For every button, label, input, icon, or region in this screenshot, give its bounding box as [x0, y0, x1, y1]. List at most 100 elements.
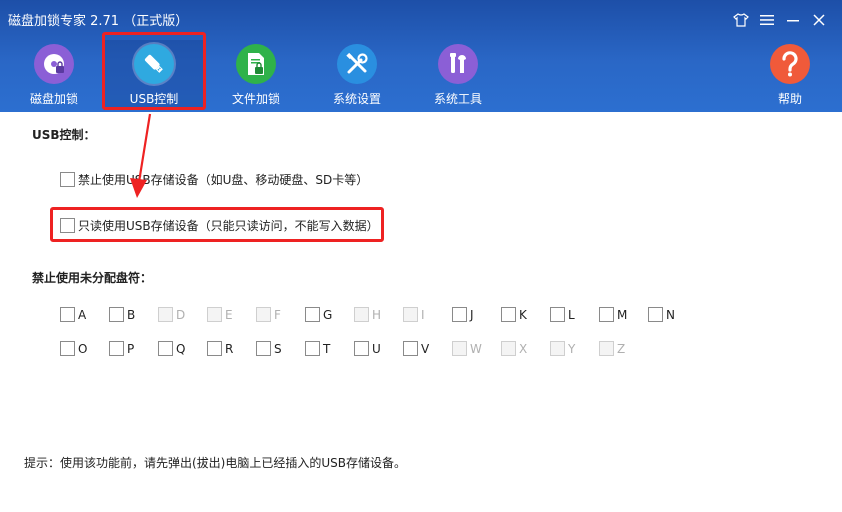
- drive-letter-label: Y: [568, 341, 576, 356]
- nav-system-settings[interactable]: 系统设置: [307, 40, 407, 110]
- drive-f-option: F: [256, 307, 281, 322]
- drive-checkbox[interactable]: [305, 307, 320, 322]
- drive-letter-label: Z: [617, 341, 626, 356]
- drive-u-option[interactable]: U: [354, 341, 381, 356]
- drive-r-option[interactable]: R: [207, 341, 233, 356]
- drive-letter-label: K: [519, 307, 527, 322]
- drive-h-option: H: [354, 307, 381, 322]
- drive-checkbox: [403, 307, 418, 322]
- usb-drive-icon: [134, 44, 174, 84]
- nav-usb-control[interactable]: USB控制: [104, 40, 204, 110]
- drive-j-option[interactable]: J: [452, 307, 474, 322]
- minimize-icon[interactable]: [780, 9, 806, 31]
- drive-g-option[interactable]: G: [305, 307, 332, 322]
- skin-icon[interactable]: [728, 9, 754, 31]
- drive-checkbox[interactable]: [305, 341, 320, 356]
- drives-section-title: 禁止使用未分配盘符：: [32, 271, 153, 285]
- drive-letter-label: O: [78, 341, 88, 356]
- nav-system-tools[interactable]: 系统工具: [408, 40, 508, 110]
- drive-checkbox[interactable]: [158, 341, 173, 356]
- drive-n-option[interactable]: N: [648, 307, 675, 322]
- tools-icon: [337, 44, 377, 84]
- option-label: 禁止使用USB存储设备（如U盘、移动硬盘、SD卡等）: [78, 173, 369, 187]
- drive-checkbox[interactable]: [109, 341, 124, 356]
- drive-letter-label: S: [274, 341, 282, 356]
- drive-checkbox[interactable]: [109, 307, 124, 322]
- main-nav: 磁盘加锁 USB控制 文件加锁 系统设置 系统工具 帮助: [0, 40, 842, 110]
- drive-letter-label: U: [372, 341, 381, 356]
- drive-t-option[interactable]: T: [305, 341, 330, 356]
- drive-checkbox[interactable]: [501, 307, 516, 322]
- title-bar: 磁盘加锁专家 2.71 （正式版） 磁盘加锁 USB控制 文件加锁 系统设置 系…: [0, 0, 842, 112]
- close-icon[interactable]: [806, 9, 832, 31]
- nav-label: 系统工具: [433, 92, 482, 106]
- drive-p-option[interactable]: P: [109, 341, 134, 356]
- nav-disk-lock[interactable]: 磁盘加锁: [4, 40, 104, 110]
- drive-l-option[interactable]: L: [550, 307, 575, 322]
- drive-letter-label: H: [372, 307, 382, 322]
- drive-i-option: I: [403, 307, 425, 322]
- nav-label: USB控制: [129, 92, 179, 106]
- drive-w-option: W: [452, 341, 482, 356]
- file-lock-icon: [236, 44, 276, 84]
- usb-section-title: USB控制：: [32, 128, 96, 142]
- readonly-usb-checkbox[interactable]: [60, 218, 75, 233]
- drive-q-option[interactable]: Q: [158, 341, 185, 356]
- drive-letter-label: B: [127, 307, 136, 322]
- drive-checkbox[interactable]: [207, 341, 222, 356]
- drive-checkbox[interactable]: [599, 307, 614, 322]
- drive-letter-label: I: [421, 307, 425, 322]
- drive-letter-label: E: [225, 307, 233, 322]
- drive-s-option[interactable]: S: [256, 341, 282, 356]
- drive-checkbox: [207, 307, 222, 322]
- option-readonly-usb[interactable]: 只读使用USB存储设备（只能只读访问，不能写入数据）: [60, 217, 379, 234]
- drive-b-option[interactable]: B: [109, 307, 135, 322]
- drive-checkbox: [452, 341, 467, 356]
- drive-letter-label: R: [225, 341, 234, 356]
- drive-checkbox[interactable]: [256, 341, 271, 356]
- nav-label: 帮助: [777, 92, 802, 106]
- drive-letter-label: L: [568, 307, 575, 322]
- drive-checkbox[interactable]: [452, 307, 467, 322]
- drive-checkbox[interactable]: [403, 341, 418, 356]
- drive-checkbox[interactable]: [60, 307, 75, 322]
- drive-checkbox[interactable]: [354, 341, 369, 356]
- menu-icon[interactable]: [754, 9, 780, 31]
- drive-y-option: Y: [550, 341, 575, 356]
- drive-checkbox: [501, 341, 516, 356]
- nav-help[interactable]: 帮助: [740, 40, 840, 110]
- option-label: 只读使用USB存储设备（只能只读访问，不能写入数据）: [78, 219, 379, 233]
- drive-letter-label: Q: [176, 341, 186, 356]
- drive-checkbox: [354, 307, 369, 322]
- drive-checkbox[interactable]: [60, 341, 75, 356]
- drive-letter-label: M: [617, 307, 628, 322]
- question-icon: [770, 44, 810, 84]
- drive-letter-label: T: [323, 341, 331, 356]
- drive-checkbox: [550, 341, 565, 356]
- drive-letter-label: D: [176, 307, 186, 322]
- drive-d-option: D: [158, 307, 185, 322]
- drive-a-option[interactable]: A: [60, 307, 86, 322]
- disable-usb-checkbox[interactable]: [60, 172, 75, 187]
- drive-o-option[interactable]: O: [60, 341, 87, 356]
- drive-letter-label: X: [519, 341, 528, 356]
- drive-checkbox[interactable]: [648, 307, 663, 322]
- drive-k-option[interactable]: K: [501, 307, 527, 322]
- nav-file-lock[interactable]: 文件加锁: [206, 40, 306, 110]
- drive-letter-label: W: [470, 341, 482, 356]
- drive-x-option: X: [501, 341, 527, 356]
- window-controls: [728, 9, 832, 31]
- drive-checkbox: [599, 341, 614, 356]
- drive-letter-label: P: [127, 341, 135, 356]
- drive-v-option[interactable]: V: [403, 341, 429, 356]
- drive-checkbox[interactable]: [550, 307, 565, 322]
- option-disable-usb[interactable]: 禁止使用USB存储设备（如U盘、移动硬盘、SD卡等）: [60, 171, 368, 188]
- drive-m-option[interactable]: M: [599, 307, 627, 322]
- drive-letter-label: F: [274, 307, 281, 322]
- nav-label: 系统设置: [332, 92, 381, 106]
- drive-letter-label: A: [78, 307, 87, 322]
- drive-checkbox: [256, 307, 271, 322]
- disk-lock-icon: [34, 44, 74, 84]
- nav-label: 文件加锁: [231, 92, 280, 106]
- app-title: 磁盘加锁专家 2.71 （正式版）: [8, 14, 189, 29]
